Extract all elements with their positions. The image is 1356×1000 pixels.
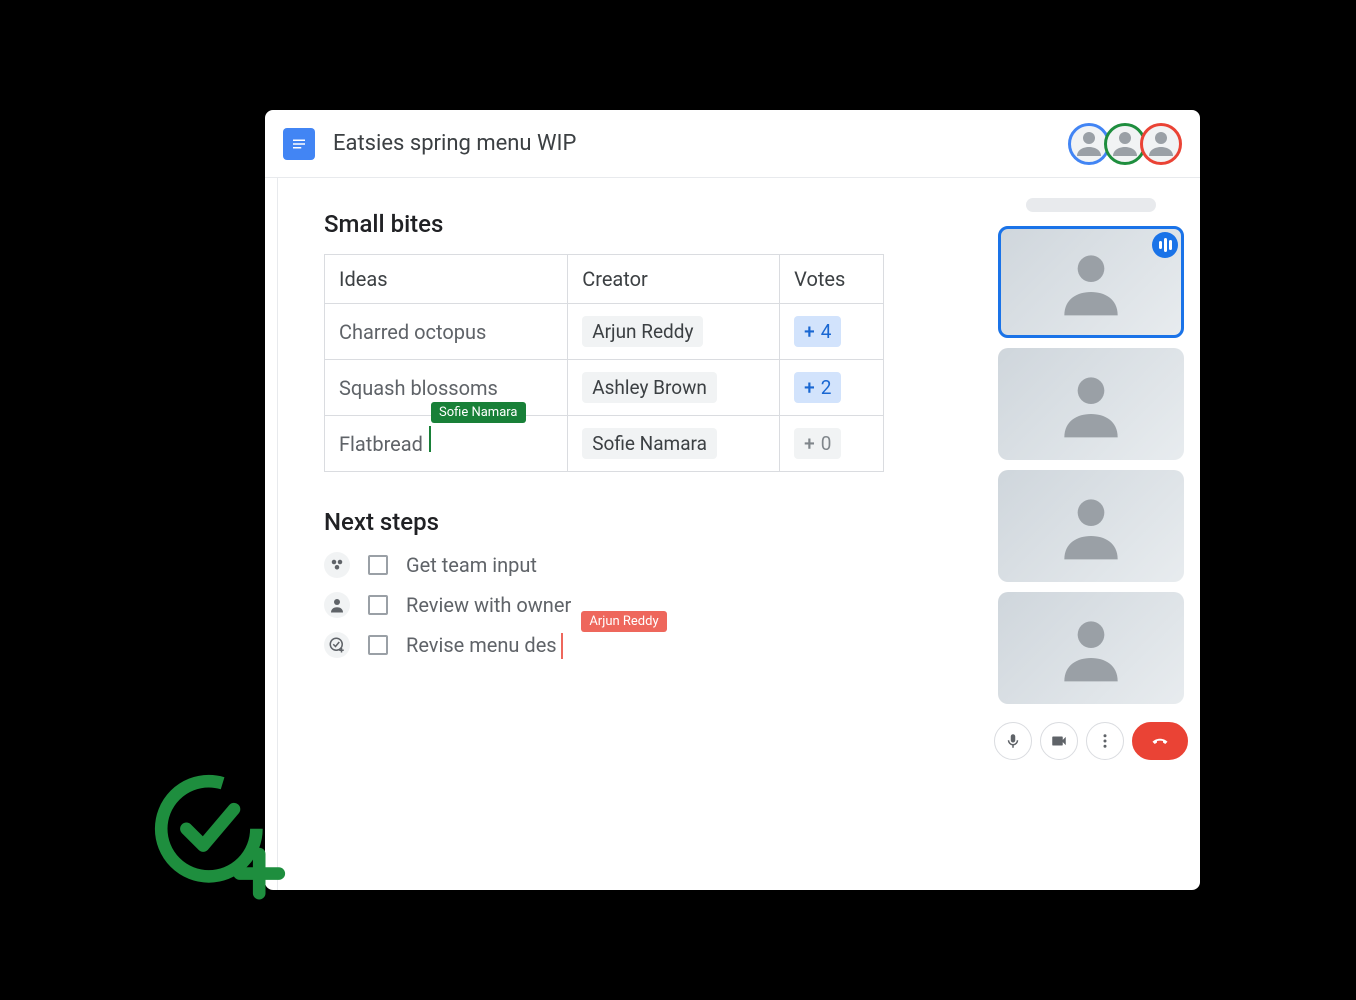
skeleton-bar <box>1026 198 1156 212</box>
idea-cell[interactable]: Charred octopus <box>325 304 568 360</box>
th-ideas: Ideas <box>325 255 568 304</box>
avatar[interactable] <box>1140 123 1182 165</box>
tasks-decorative-icon <box>150 770 290 910</box>
docs-icon[interactable] <box>283 128 315 160</box>
app-window: Eatsies spring menu WIP Small bites Idea… <box>265 110 1200 890</box>
meet-tile[interactable] <box>998 470 1184 582</box>
votes-cell[interactable]: +4 <box>780 304 884 360</box>
heading-next-steps: Next steps <box>324 508 936 536</box>
ideas-table[interactable]: Ideas Creator Votes Charred octopus Arju… <box>324 254 884 472</box>
table-row[interactable]: Charred octopus Arjun Reddy +4 <box>325 304 884 360</box>
task-row[interactable]: Get team input <box>324 552 936 578</box>
th-creator: Creator <box>568 255 780 304</box>
task-list: Get team input Review with owner Revise … <box>324 552 936 658</box>
mic-button[interactable] <box>994 722 1032 760</box>
task-row[interactable]: Revise menu des Arjun Reddy <box>324 632 936 658</box>
creator-chip[interactable]: Arjun Reddy <box>582 316 703 347</box>
meet-sidebar <box>982 178 1200 890</box>
creator-chip[interactable]: Sofie Namara <box>582 428 717 459</box>
meet-tile[interactable] <box>998 592 1184 704</box>
idea-cell[interactable]: Flatbread Sofie Namara <box>325 416 568 472</box>
vote-chip[interactable]: +2 <box>794 372 841 403</box>
live-cursor-tag: Arjun Reddy <box>581 611 666 632</box>
camera-button[interactable] <box>1040 722 1078 760</box>
meet-controls <box>994 722 1188 760</box>
creator-cell[interactable]: Arjun Reddy <box>568 304 780 360</box>
heading-small-bites: Small bites <box>324 210 936 238</box>
table-row[interactable]: Flatbread Sofie Namara Sofie Namara +0 <box>325 416 884 472</box>
add-task-icon[interactable] <box>324 632 350 658</box>
assignee-group-icon[interactable] <box>324 552 350 578</box>
checkbox[interactable] <box>368 635 388 655</box>
live-cursor-tag: Sofie Namara <box>431 402 526 423</box>
task-text[interactable]: Revise menu des Arjun Reddy <box>406 633 557 657</box>
creator-cell[interactable]: Sofie Namara <box>568 416 780 472</box>
hangup-button[interactable] <box>1132 722 1188 760</box>
collaborator-avatars <box>1074 123 1182 165</box>
titlebar: Eatsies spring menu WIP <box>265 110 1200 178</box>
live-cursor-icon <box>561 633 563 659</box>
assignee-avatar-icon[interactable] <box>324 592 350 618</box>
creator-chip[interactable]: Ashley Brown <box>582 372 717 403</box>
votes-cell[interactable]: +0 <box>780 416 884 472</box>
content-area: Small bites Ideas Creator Votes Charred … <box>265 178 1200 890</box>
document-title[interactable]: Eatsies spring menu WIP <box>333 131 1056 156</box>
task-text[interactable]: Review with owner <box>406 593 571 617</box>
checkbox[interactable] <box>368 595 388 615</box>
document-body[interactable]: Small bites Ideas Creator Votes Charred … <box>277 178 982 890</box>
votes-cell[interactable]: +2 <box>780 360 884 416</box>
th-votes: Votes <box>780 255 884 304</box>
more-button[interactable] <box>1086 722 1124 760</box>
vote-chip[interactable]: +0 <box>794 428 841 459</box>
meet-tile[interactable] <box>998 348 1184 460</box>
live-cursor-icon <box>429 426 431 452</box>
creator-cell[interactable]: Ashley Brown <box>568 360 780 416</box>
task-text[interactable]: Get team input <box>406 553 537 577</box>
meet-tile[interactable] <box>998 226 1184 338</box>
vote-chip[interactable]: +4 <box>794 316 841 347</box>
speaking-indicator-icon <box>1152 232 1178 258</box>
table-row[interactable]: Squash blossoms Ashley Brown +2 <box>325 360 884 416</box>
checkbox[interactable] <box>368 555 388 575</box>
